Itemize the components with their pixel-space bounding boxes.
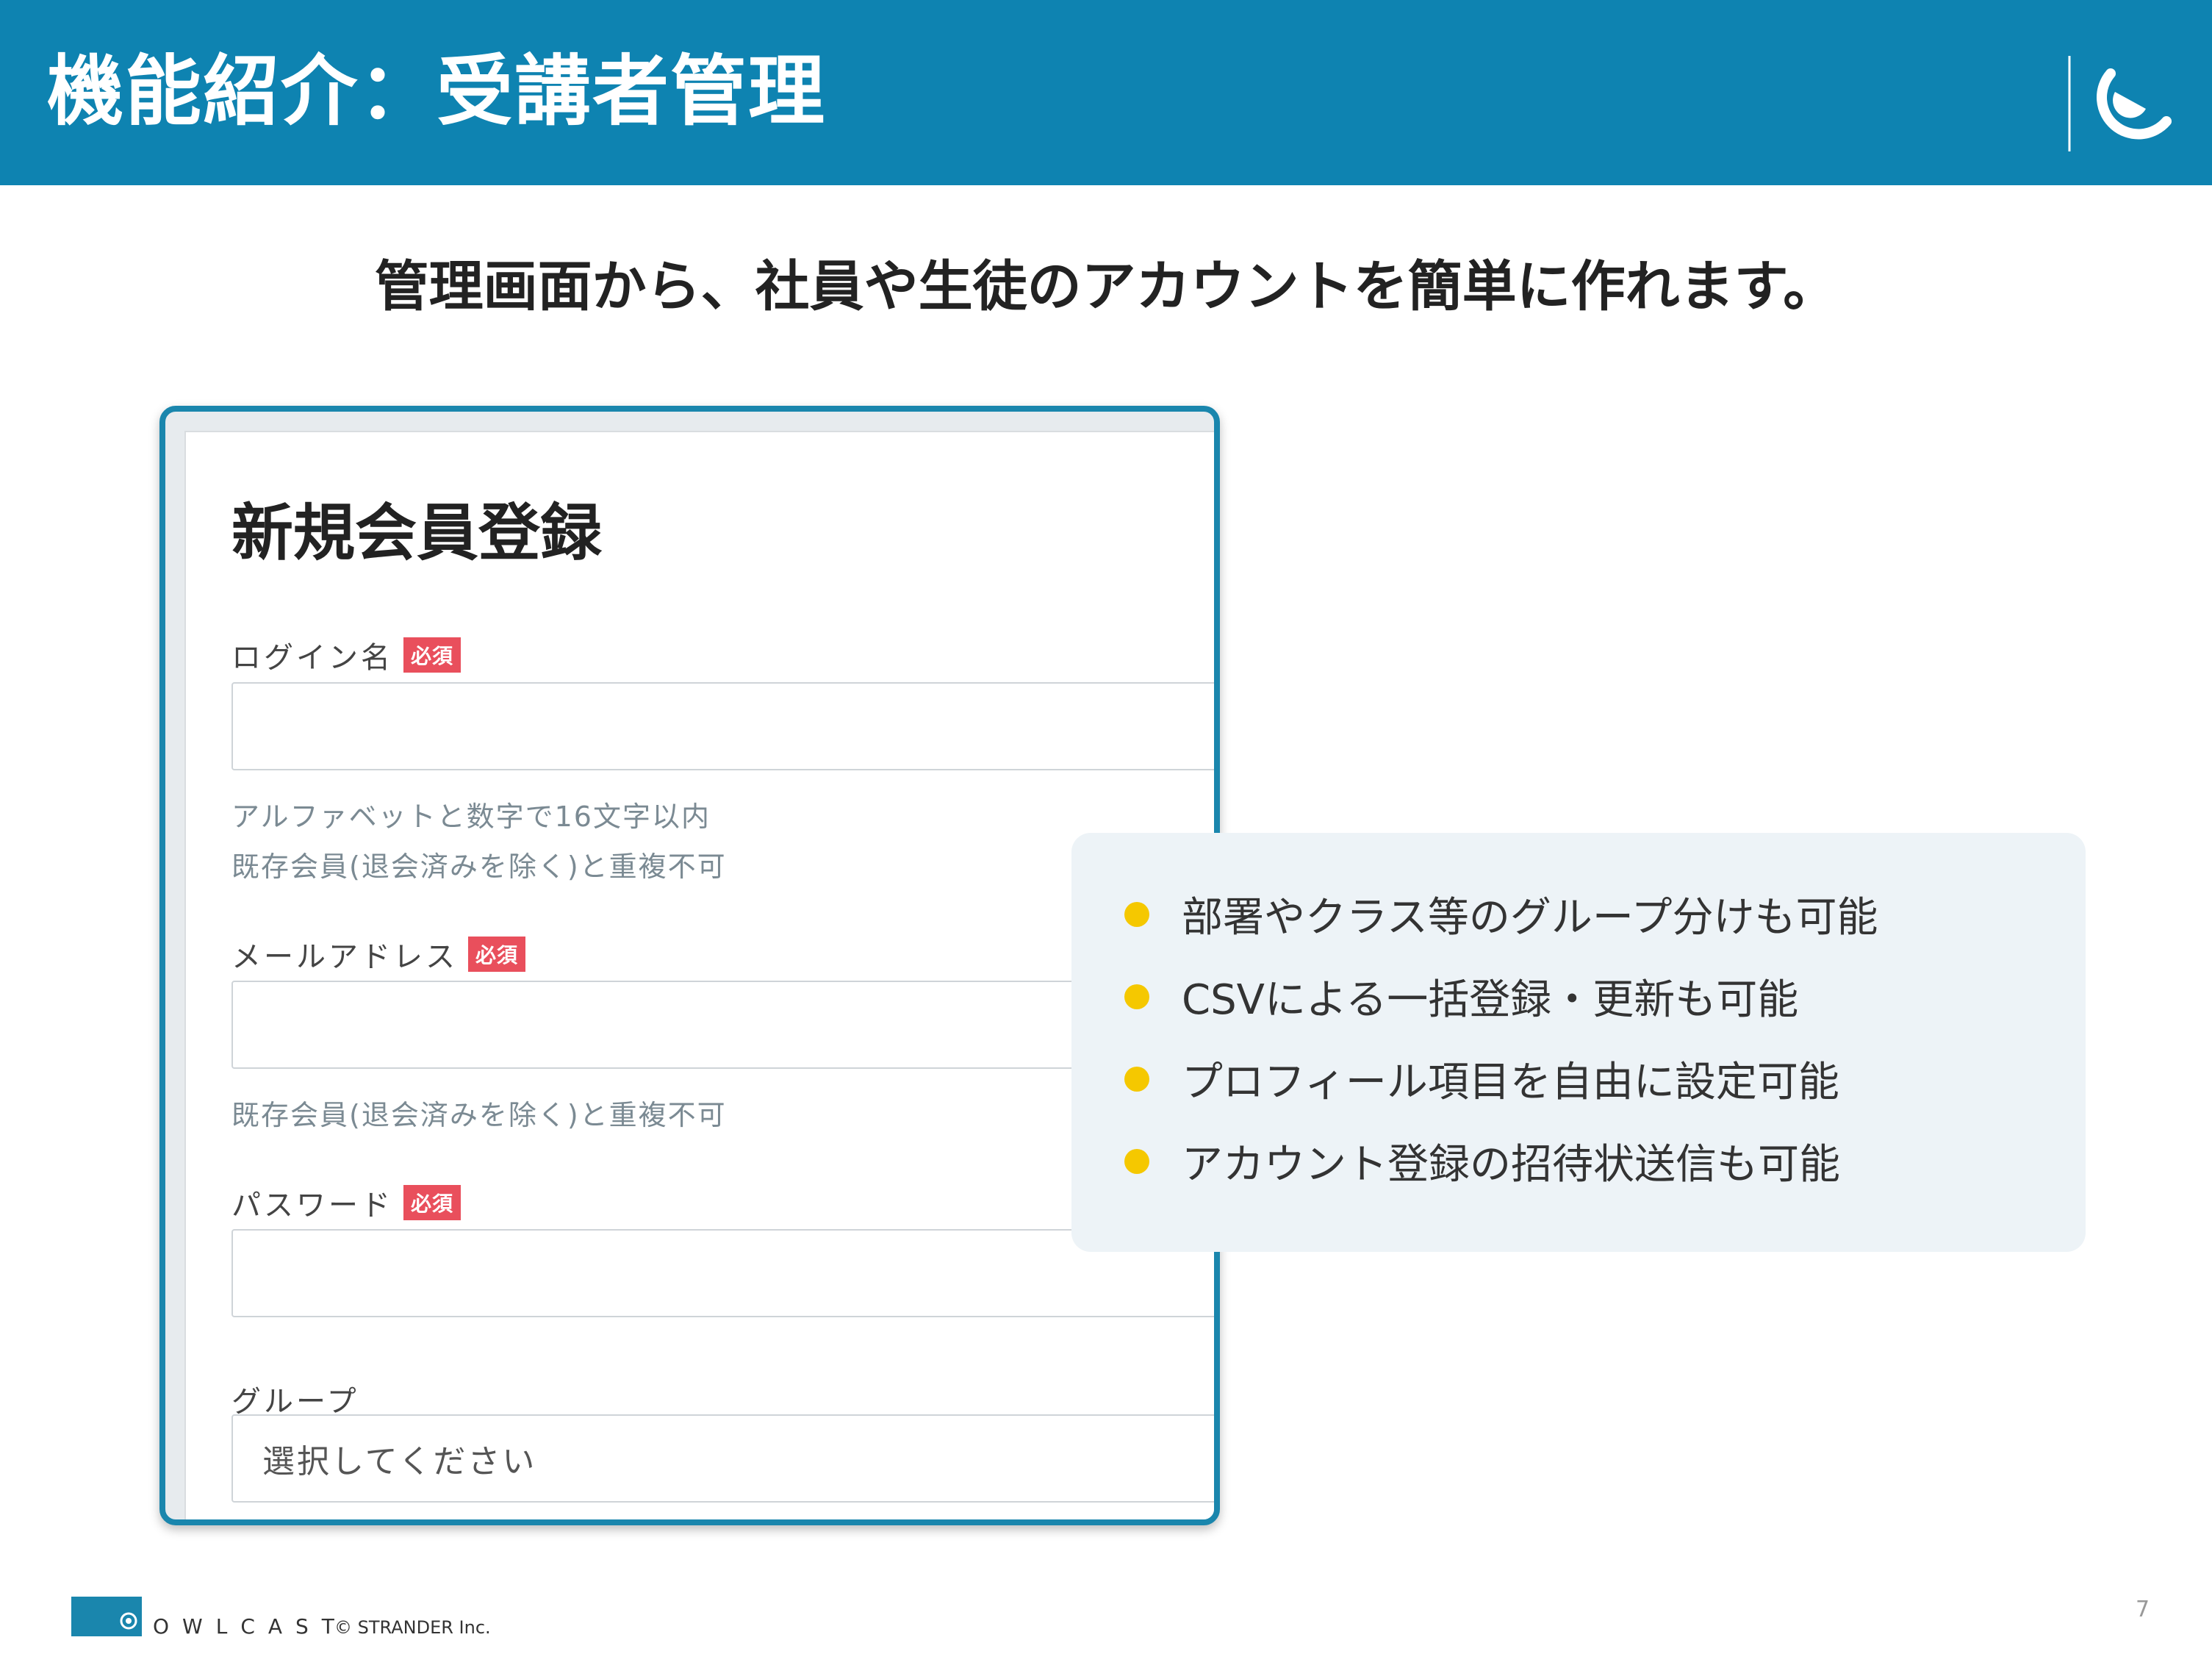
bullet-icon (1124, 1066, 1149, 1092)
bullet-icon (1124, 1148, 1149, 1174)
feature-text: CSVによる一括登録・更新も可能 (1182, 976, 1799, 1024)
password-input[interactable] (231, 1229, 1214, 1317)
bullet-icon (1124, 901, 1149, 927)
email-label: メールアドレス 必須 (231, 933, 526, 975)
required-badge: 必須 (403, 1185, 462, 1220)
login-name-label: ログイン名 必須 (231, 634, 462, 676)
group-select[interactable]: 選択してください (231, 1414, 1214, 1503)
login-name-hint: 既存会員(退会済みを除く)と重複不可 (231, 851, 727, 883)
registration-screenshot: 新規会員登録 ログイン名 必須 アルファベットと数字で16文字以内 既存会員(退… (159, 406, 1220, 1525)
login-name-input[interactable] (231, 682, 1214, 770)
page-number: 7 (2136, 1597, 2150, 1622)
feature-text: 部署やクラス等のグループ分けも可能 (1182, 894, 1878, 942)
feature-panel: 部署やクラス等のグループ分けも可能 CSVによる一括登録・更新も可能 プロフィー… (1071, 833, 2086, 1252)
feature-text: プロフィール項目を自由に設定可能 (1182, 1059, 1839, 1106)
feature-item: アカウント登録の招待状送信も可能 (1124, 1131, 1840, 1191)
feature-item: プロフィール項目を自由に設定可能 (1124, 1049, 1839, 1109)
feature-text: アカウント登録の招待状送信も可能 (1182, 1141, 1840, 1189)
password-label-text: パスワード (231, 1189, 393, 1222)
password-label: パスワード 必須 (231, 1181, 462, 1224)
owlcast-footer-logo-icon (71, 1597, 142, 1636)
login-name-hint: アルファベットと数字で16文字以内 (231, 801, 711, 833)
email-label-text: メールアドレス (231, 940, 458, 974)
login-name-label-text: ログイン名 (231, 641, 393, 675)
slide-subtitle: 管理画面から、社員や生徒のアカウントを簡単に作れます。 (374, 255, 1838, 318)
required-badge: 必須 (468, 937, 526, 972)
bullet-icon (1124, 984, 1149, 1009)
footer-copyright: © STRANDER Inc. (334, 1617, 491, 1638)
feature-item: 部署やクラス等のグループ分けも可能 (1124, 884, 1878, 944)
slide-title: 機能紹介：受講者管理 (47, 46, 827, 136)
required-badge: 必須 (403, 637, 462, 673)
email-hint: 既存会員(退会済みを除く)と重複不可 (231, 1099, 727, 1131)
slide-header: 機能紹介：受講者管理 (0, 0, 2212, 185)
form-title: 新規会員登録 (231, 497, 603, 569)
registration-form: 新規会員登録 ログイン名 必須 アルファベットと数字で16文字以内 既存会員(退… (184, 431, 1214, 1519)
footer-brand: OWLCAST (153, 1614, 348, 1639)
owlcast-logo-icon (2068, 56, 2172, 151)
feature-item: CSVによる一括登録・更新も可能 (1124, 967, 1798, 1026)
